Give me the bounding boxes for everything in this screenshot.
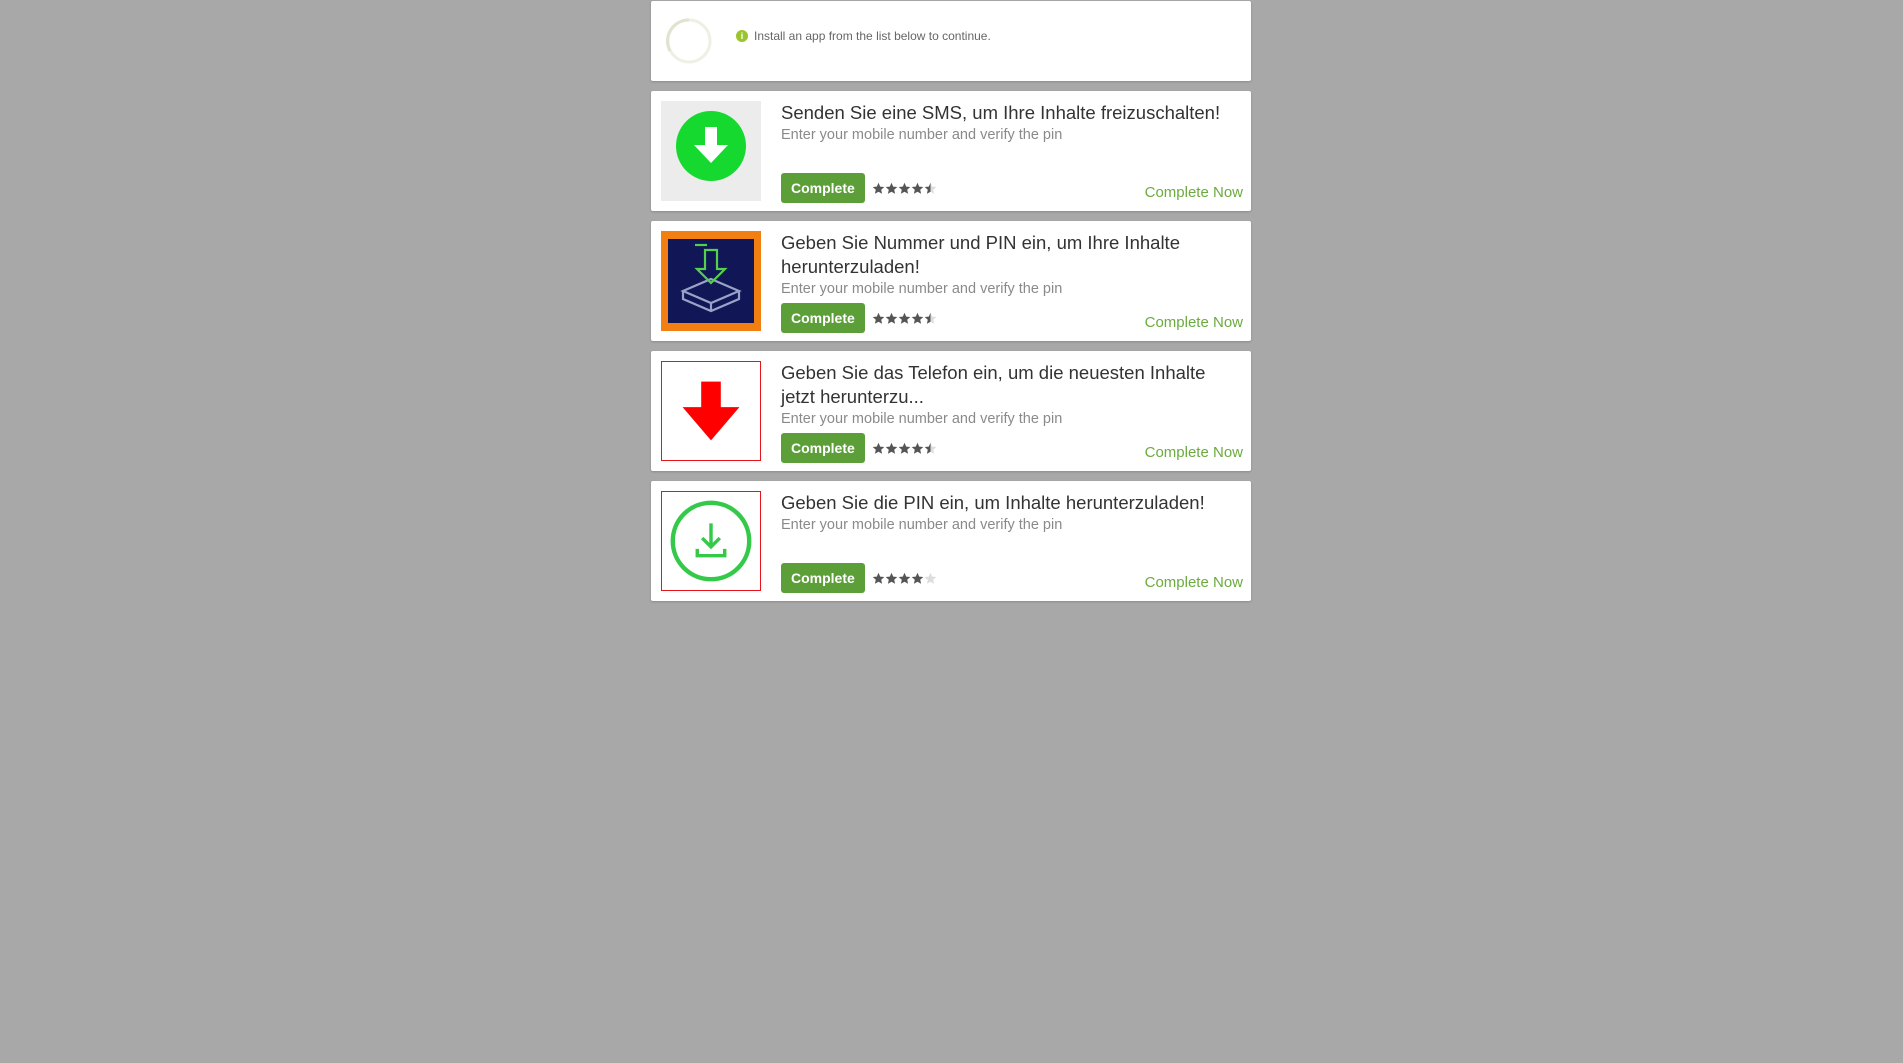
star-rating: [872, 312, 937, 325]
info-icon: i: [736, 30, 748, 42]
star-full-icon: [872, 182, 885, 194]
offer-body: Senden Sie eine SMS, um Ihre Inhalte fre…: [781, 99, 1243, 203]
star-rating: [872, 442, 937, 455]
offer-title[interactable]: Senden Sie eine SMS, um Ihre Inhalte fre…: [781, 101, 1243, 125]
offer-subtitle: Enter your mobile number and verify the …: [781, 127, 1063, 143]
offer-thumbnail[interactable]: [661, 361, 761, 461]
star-full-icon: [911, 312, 924, 324]
status-line: i Install an app from the list below to …: [736, 29, 991, 43]
star-full-icon: [885, 182, 898, 194]
star-full-icon: [872, 572, 885, 584]
offer-thumbnail[interactable]: [661, 231, 761, 331]
loading-spinner-icon: [665, 18, 712, 64]
offer-card[interactable]: Geben Sie das Telefon ein, um die neuest…: [651, 351, 1251, 471]
offer-thumbnail[interactable]: [661, 101, 761, 201]
star-full-icon: [872, 312, 885, 324]
star-full-icon: [898, 182, 911, 194]
star-full-icon: [885, 312, 898, 324]
complete-now-link[interactable]: Complete Now: [1145, 574, 1243, 591]
star-full-icon: [885, 572, 898, 584]
offer-card[interactable]: Geben Sie die PIN ein, um Inhalte herunt…: [651, 481, 1251, 601]
offer-card[interactable]: Senden Sie eine SMS, um Ihre Inhalte fre…: [651, 91, 1251, 211]
complete-button[interactable]: Complete: [781, 433, 865, 463]
offer-subtitle: Enter your mobile number and verify the …: [781, 281, 1063, 297]
offer-body: Geben Sie Nummer und PIN ein, um Ihre In…: [781, 229, 1243, 333]
green-circle-download-arrow-icon: [676, 111, 746, 181]
star-full-icon: [911, 182, 924, 194]
offer-subtitle: Enter your mobile number and verify the …: [781, 411, 1063, 427]
star-full-icon: [872, 442, 885, 454]
complete-button[interactable]: Complete: [781, 563, 865, 593]
offer-title[interactable]: Geben Sie das Telefon ein, um die neuest…: [781, 361, 1243, 409]
star-rating: [872, 572, 937, 585]
green-ring-download-icon: [670, 500, 752, 582]
offer-card[interactable]: Geben Sie Nummer und PIN ein, um Ihre In…: [651, 221, 1251, 341]
offer-actions: Complete Complete Now: [781, 433, 1243, 463]
offer-wall: i Install an app from the list below to …: [651, 1, 1251, 611]
inbox-download-icon: [668, 239, 754, 323]
offer-actions: Complete Complete Now: [781, 173, 1243, 203]
star-full-icon: [898, 572, 911, 584]
offer-body: Geben Sie das Telefon ein, um die neuest…: [781, 359, 1243, 463]
offer-actions: Complete Complete Now: [781, 563, 1243, 593]
star-half-icon: [924, 182, 937, 194]
offer-subtitle: Enter your mobile number and verify the …: [781, 517, 1063, 533]
complete-now-link[interactable]: Complete Now: [1145, 444, 1243, 461]
star-full-icon: [898, 442, 911, 454]
offer-body: Geben Sie die PIN ein, um Inhalte herunt…: [781, 489, 1243, 593]
status-card: i Install an app from the list below to …: [651, 1, 1251, 81]
offer-title[interactable]: Geben Sie Nummer und PIN ein, um Ihre In…: [781, 231, 1243, 279]
star-half-icon: [924, 312, 937, 324]
offer-title[interactable]: Geben Sie die PIN ein, um Inhalte herunt…: [781, 491, 1243, 515]
complete-now-link[interactable]: Complete Now: [1145, 314, 1243, 331]
complete-button[interactable]: Complete: [781, 173, 865, 203]
star-empty-icon: [924, 572, 937, 584]
offer-actions: Complete Complete Now: [781, 303, 1243, 333]
star-half-icon: [924, 442, 937, 454]
star-full-icon: [911, 572, 924, 584]
complete-button[interactable]: Complete: [781, 303, 865, 333]
complete-now-link[interactable]: Complete Now: [1145, 184, 1243, 201]
offer-thumbnail[interactable]: [661, 491, 761, 591]
star-full-icon: [911, 442, 924, 454]
red-down-arrow-icon: [682, 381, 740, 441]
star-rating: [872, 182, 937, 195]
star-full-icon: [885, 442, 898, 454]
star-full-icon: [898, 312, 911, 324]
status-message: Install an app from the list below to co…: [754, 29, 991, 43]
